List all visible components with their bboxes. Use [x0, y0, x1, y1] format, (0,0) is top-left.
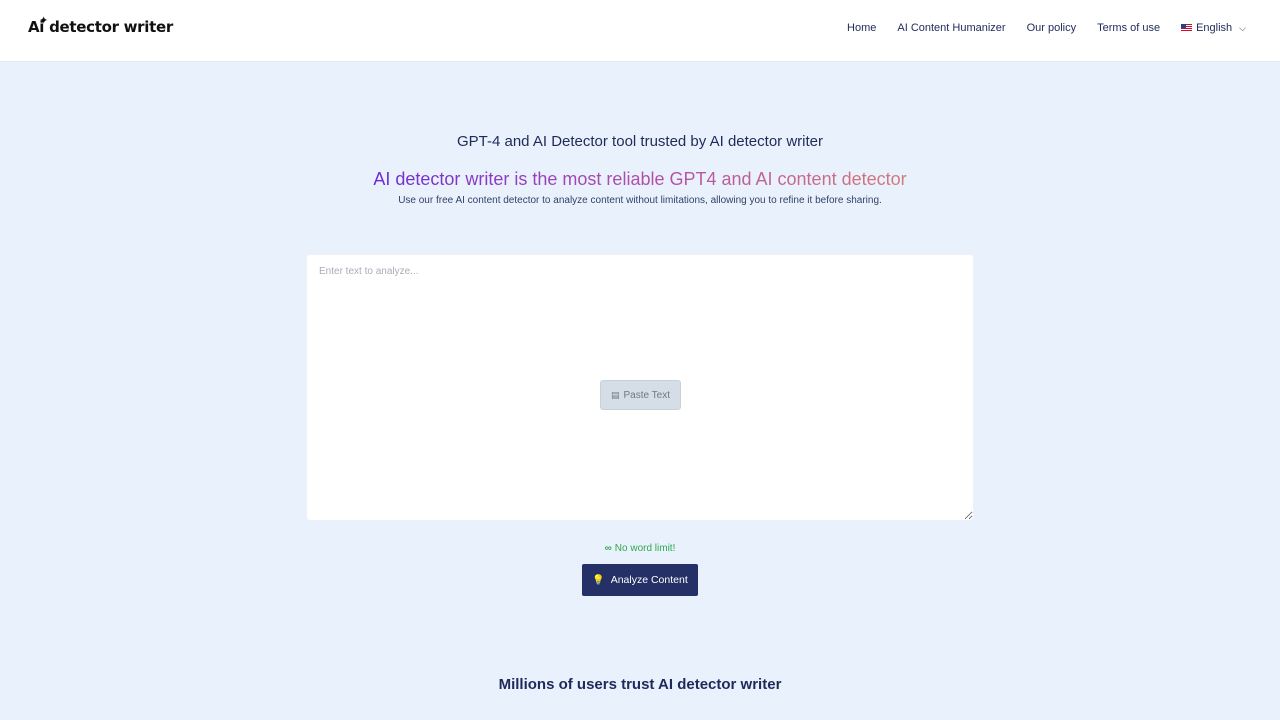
paste-text-button[interactable]: ▤ Paste Text: [600, 380, 681, 410]
nav-ai-content-humanizer[interactable]: AI Content Humanizer: [897, 22, 1005, 34]
text-editor: ▤ Paste Text: [306, 254, 974, 521]
analyze-content-label: Analyze Content: [610, 574, 688, 586]
word-limit-notice: ∞ No word limit!: [0, 543, 1280, 554]
us-flag-icon: [1181, 24, 1193, 32]
logo-text: Ai detector writer: [28, 18, 173, 36]
paste-text-label: Paste Text: [623, 389, 671, 401]
lightbulb-icon: 💡: [592, 574, 605, 586]
analyze-content-button[interactable]: 💡 Analyze Content: [582, 564, 698, 596]
hero-title-text: AI detector writer is the most reliable …: [373, 169, 907, 189]
hero-title: AI detector writer is the most reliable …: [0, 169, 1280, 190]
site-logo[interactable]: ✦ Ai detector writer: [28, 14, 173, 36]
word-limit-label: No word limit!: [614, 543, 676, 554]
nav-home[interactable]: Home: [847, 22, 876, 34]
language-selector[interactable]: English ⌵: [1181, 22, 1246, 34]
hero-subheading: GPT-4 and AI Detector tool trusted by AI…: [456, 133, 823, 150]
site-header: ✦ Ai detector writer Home AI Content Hum…: [0, 0, 1280, 62]
clipboard-icon: ▤: [610, 389, 620, 400]
hero-description: Use our free AI content detector to anal…: [398, 195, 882, 206]
sparkle-icon: ✦: [39, 14, 48, 27]
infinity-icon: ∞: [604, 543, 612, 554]
nav-terms-of-use[interactable]: Terms of use: [1097, 22, 1160, 34]
language-label: English: [1196, 22, 1233, 34]
chevron-down-icon: ⌵: [1239, 22, 1246, 33]
nav-our-policy[interactable]: Our policy: [1027, 22, 1077, 34]
main-nav: Home AI Content Humanizer Our policy Ter…: [847, 22, 1246, 34]
trust-heading: Millions of users trust AI detector writ…: [498, 676, 782, 693]
